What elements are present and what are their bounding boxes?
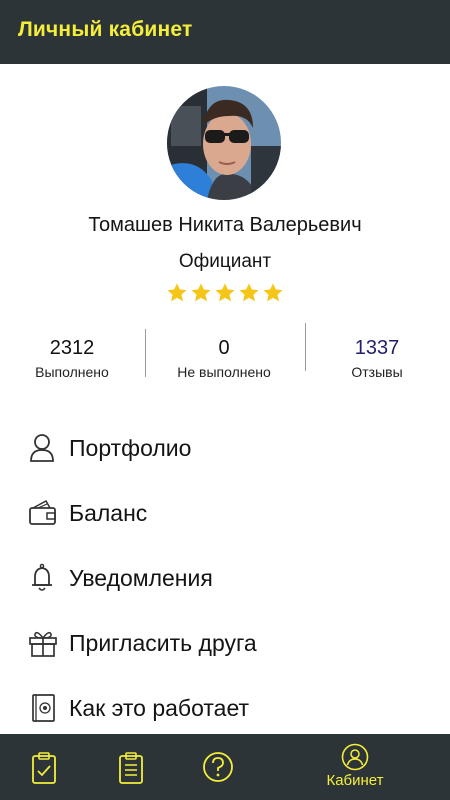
tab-cabinet-label: Кабинет xyxy=(326,772,384,789)
menu-item-label: Портфолио xyxy=(69,434,192,461)
menu-item-label: Баланс xyxy=(69,499,148,526)
star-icon xyxy=(167,283,187,302)
stat-completed-label: Выполнено xyxy=(35,364,109,380)
profile-role: Официант xyxy=(178,251,272,272)
star-icon xyxy=(263,283,283,302)
stat-completed[interactable]: 2312 Выполнено xyxy=(22,336,122,380)
tab-help[interactable] xyxy=(180,734,270,800)
menu-item-label: Как это работает xyxy=(69,694,250,721)
stat-reviews-label: Отзывы xyxy=(351,364,403,380)
stat-divider xyxy=(305,323,306,371)
info-book-icon xyxy=(32,694,55,722)
menu-item-how-it-works[interactable]: Как это работает xyxy=(0,678,450,738)
menu-item-invite-friend[interactable]: Пригласить друга xyxy=(0,613,450,673)
tab-cabinet[interactable]: Кабинет xyxy=(305,734,405,800)
avatar[interactable] xyxy=(167,86,281,200)
stat-not-completed-label: Не выполнено xyxy=(177,364,271,380)
star-icon xyxy=(191,283,211,302)
stat-reviews-value: 1337 xyxy=(354,337,400,359)
wallet-icon xyxy=(29,499,56,525)
clipboard-check-icon xyxy=(32,752,56,784)
star-icon xyxy=(239,283,259,302)
star-icon xyxy=(215,283,235,302)
menu-item-label: Пригласить друга xyxy=(69,629,257,656)
stat-reviews[interactable]: 1337 Отзывы xyxy=(327,336,427,380)
page-title: Личный кабинет xyxy=(18,18,193,41)
tab-orders[interactable] xyxy=(90,734,180,800)
user-icon xyxy=(30,434,54,462)
stat-completed-value: 2312 xyxy=(49,337,95,359)
clipboard-list-icon xyxy=(119,752,143,784)
menu-item-notifications[interactable]: Уведомления xyxy=(0,548,450,608)
menu-item-label: Уведомления xyxy=(69,564,213,591)
stat-not-completed[interactable]: 0 Не выполнено xyxy=(165,336,283,380)
bottom-navigation: Кабинет xyxy=(0,734,450,800)
help-circle-icon xyxy=(203,752,233,782)
menu-item-portfolio[interactable]: Портфолио xyxy=(0,418,450,478)
profile-icon xyxy=(341,743,369,771)
stat-divider xyxy=(145,329,146,377)
bell-icon xyxy=(32,563,52,591)
menu-item-balance[interactable]: Баланс xyxy=(0,483,450,543)
tab-tasks[interactable] xyxy=(0,734,90,800)
rating-stars xyxy=(0,282,450,304)
gift-icon xyxy=(29,631,57,657)
stat-not-completed-value: 0 xyxy=(218,337,230,359)
app-bar: Личный кабинет xyxy=(0,0,450,64)
profile-name: Томашев Никита Валерьевич xyxy=(88,214,362,236)
